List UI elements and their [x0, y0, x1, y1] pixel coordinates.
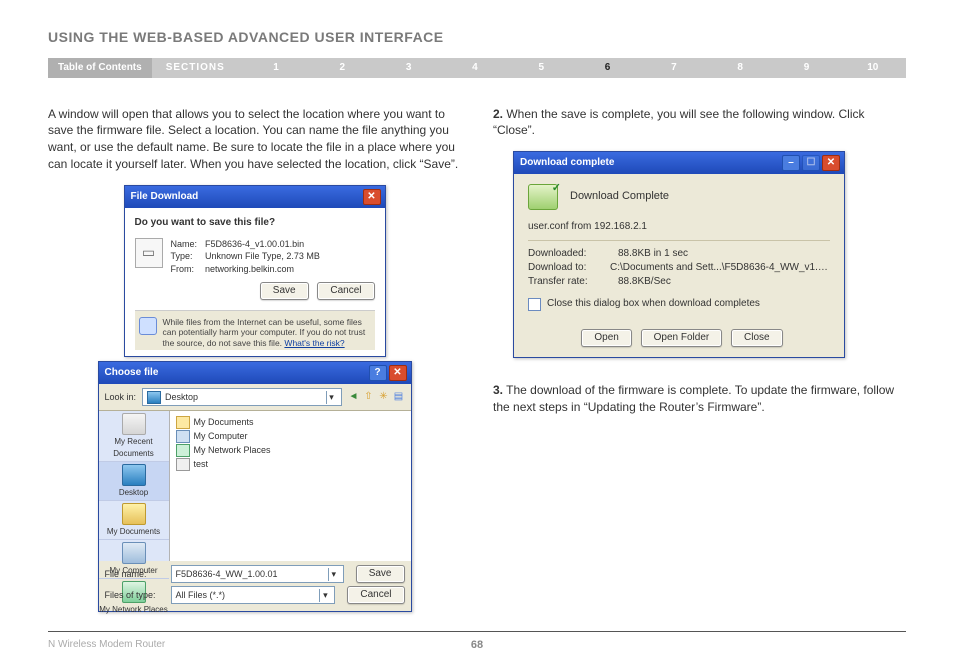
- dc-title: Download complete: [518, 156, 614, 170]
- dc-open-button[interactable]: Open: [581, 329, 631, 347]
- step3-num: 3.: [493, 383, 503, 397]
- file-download-dialog: File Download ✕ Do you want to save this…: [124, 185, 386, 358]
- list-item[interactable]: My Documents: [176, 415, 405, 429]
- close-icon[interactable]: ✕: [363, 189, 381, 205]
- close-icon[interactable]: ✕: [822, 155, 840, 171]
- fd-type-label: Type:: [171, 250, 203, 263]
- views-icon[interactable]: ▤: [393, 391, 405, 403]
- fd-cancel-button[interactable]: Cancel: [317, 282, 374, 300]
- step3-text: The download of the firmware is complete…: [493, 383, 894, 414]
- dc-openfolder-button[interactable]: Open Folder: [641, 329, 723, 347]
- download-complete-dialog: Download complete – ☐ ✕ Download Complet…: [513, 151, 845, 358]
- toc-link[interactable]: Table of Contents: [48, 58, 152, 78]
- nav-5[interactable]: 5: [508, 58, 574, 78]
- list-item[interactable]: My Computer: [176, 429, 405, 443]
- cf-cancel-button[interactable]: Cancel: [347, 586, 404, 604]
- nav-6[interactable]: 6: [574, 58, 640, 78]
- maximize-icon: ☐: [802, 155, 820, 171]
- fd-from-label: From:: [171, 263, 203, 276]
- file-list[interactable]: My Documents My Computer My Network Plac…: [170, 411, 411, 561]
- cf-save-button[interactable]: Save: [356, 565, 405, 583]
- file-download-title: File Download: [129, 190, 199, 204]
- nav-7[interactable]: 7: [641, 58, 707, 78]
- download-complete-icon: [528, 184, 558, 210]
- nav-9[interactable]: 9: [773, 58, 839, 78]
- list-item[interactable]: My Network Places: [176, 443, 405, 457]
- dc-close-checkbox[interactable]: [528, 298, 541, 311]
- left-paragraph: A window will open that allows you to se…: [48, 106, 461, 173]
- close-icon[interactable]: ✕: [389, 365, 407, 381]
- place-desktop[interactable]: Desktop: [99, 462, 169, 501]
- lookin-label: Look in:: [105, 391, 137, 404]
- nav-1[interactable]: 1: [243, 58, 309, 78]
- fd-name-label: Name:: [171, 238, 203, 251]
- step2-num: 2.: [493, 107, 503, 121]
- filename-input[interactable]: F5D8636-4_WW_1.00.01▾: [171, 565, 344, 583]
- filename-label: File name:: [105, 568, 165, 581]
- filter-label: Files of type:: [105, 589, 165, 602]
- up-icon[interactable]: ⇧: [363, 391, 375, 403]
- dc-stats: Downloaded:88.8KB in 1 sec Download to:C…: [528, 247, 830, 289]
- nav-4[interactable]: 4: [442, 58, 508, 78]
- back-icon[interactable]: ◄: [348, 391, 360, 403]
- step-2: 2. When the save is complete, you will s…: [493, 106, 906, 140]
- newfolder-icon[interactable]: ✳: [378, 391, 390, 403]
- page-title: USING THE WEB-BASED ADVANCED USER INTERF…: [48, 28, 906, 48]
- fd-from-value: networking.belkin.com: [205, 264, 294, 274]
- fd-risk-link[interactable]: What's the risk?: [284, 338, 344, 348]
- sections-label: SECTIONS: [152, 58, 243, 78]
- page-number: 68: [48, 638, 906, 653]
- fd-type-value: Unknown File Type, 2.73 MB: [205, 251, 320, 261]
- place-recent[interactable]: My Recent Documents: [99, 411, 169, 461]
- filter-dropdown[interactable]: All Files (*.*)▾: [171, 586, 336, 604]
- place-mydocs[interactable]: My Documents: [99, 501, 169, 540]
- dc-close-button[interactable]: Close: [731, 329, 783, 347]
- dc-checkbox-label: Close this dialog box when download comp…: [547, 297, 760, 311]
- shield-icon: [139, 317, 157, 335]
- step-3: 3. The download of the firmware is compl…: [493, 382, 906, 416]
- lookin-dropdown[interactable]: Desktop ▾: [142, 388, 341, 406]
- choose-file-dialog: Choose file ? ✕ Look in: Desktop ▾ ◄: [98, 361, 412, 612]
- minimize-icon[interactable]: –: [782, 155, 800, 171]
- fd-name-value: F5D8636-4_v1.00.01.bin: [205, 239, 304, 249]
- dc-fileline: user.conf from 192.168.2.1: [528, 220, 830, 234]
- section-nav: Table of Contents SECTIONS 1 2 3 4 5 6 7…: [48, 58, 906, 78]
- file-download-question: Do you want to save this file?: [135, 216, 375, 230]
- choose-file-title: Choose file: [103, 366, 159, 380]
- nav-3[interactable]: 3: [375, 58, 441, 78]
- lookin-value: Desktop: [165, 391, 198, 404]
- help-icon[interactable]: ?: [369, 365, 387, 381]
- toolbar-icons: ◄ ⇧ ✳ ▤: [348, 391, 405, 403]
- dc-header: Download Complete: [570, 189, 669, 204]
- list-item[interactable]: test: [176, 457, 405, 471]
- places-bar: My Recent Documents Desktop My Documents…: [99, 411, 170, 561]
- nav-2[interactable]: 2: [309, 58, 375, 78]
- file-type-icon: ▭: [135, 238, 163, 268]
- fd-save-button[interactable]: Save: [260, 282, 309, 300]
- nav-10[interactable]: 10: [840, 58, 906, 78]
- nav-8[interactable]: 8: [707, 58, 773, 78]
- step2-text: When the save is complete, you will see …: [493, 107, 865, 138]
